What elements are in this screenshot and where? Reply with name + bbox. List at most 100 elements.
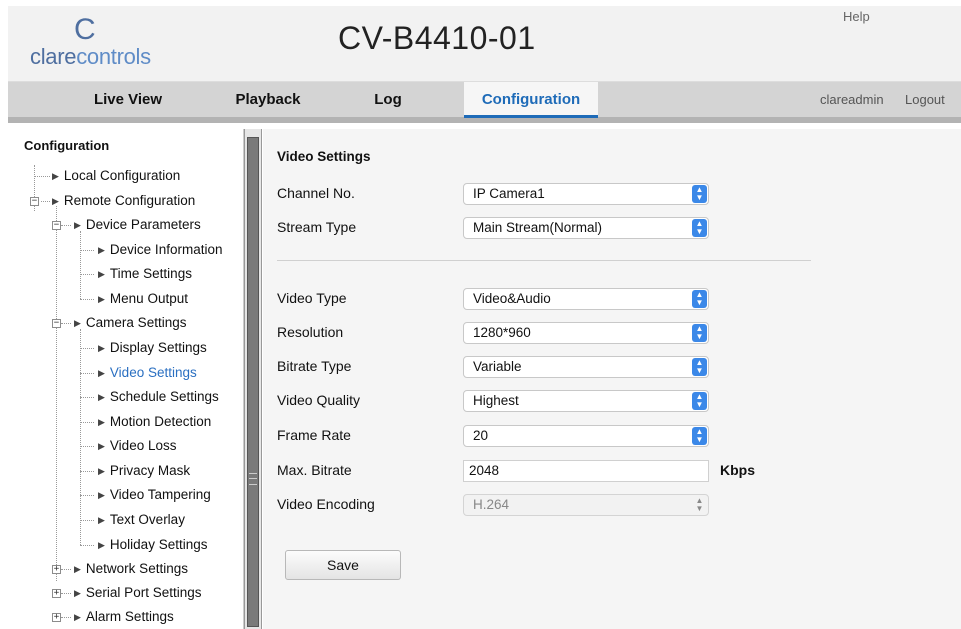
tree-item-schedule-settings[interactable]: ▶ Schedule Settings (98, 387, 219, 407)
tree-item-device-information[interactable]: ▶ Device Information (98, 240, 222, 260)
tree-connector (80, 274, 94, 275)
tree-connector (80, 422, 94, 423)
tab-live-view[interactable]: Live View (68, 82, 188, 117)
tree-arrow-icon: ▶ (98, 417, 105, 427)
tree-arrow-icon: ▶ (98, 515, 105, 525)
stream-type-value: Main Stream(Normal) (473, 220, 603, 235)
tree-item-label: Device Information (109, 242, 223, 257)
tree-item-label: Remote Configuration (63, 193, 196, 208)
tree-item-label: Network Settings (85, 561, 188, 576)
select-arrows-icon: ▲ ▼ (692, 324, 707, 342)
tree-connector (80, 299, 94, 300)
tree-arrow-icon: ▶ (74, 588, 81, 598)
tree-item-video-settings[interactable]: ▶ Video Settings (98, 363, 197, 383)
tree-item-serial-port-settings[interactable]: ▶ Serial Port Settings (74, 583, 201, 603)
tree-connector (80, 348, 94, 349)
tree-item-video-tampering[interactable]: ▶ Video Tampering (98, 485, 211, 505)
video-quality-select[interactable]: Highest ▲ ▼ (463, 390, 709, 412)
tab-playback[interactable]: Playback (213, 82, 323, 117)
tree-item-privacy-mask[interactable]: ▶ Privacy Mask (98, 461, 190, 481)
tree-item-label: Video Tampering (109, 487, 211, 502)
main-nav: Live View Playback Log Configuration cla… (8, 82, 961, 123)
collapse-icon[interactable]: − (52, 221, 61, 230)
frame-rate-value: 20 (473, 428, 489, 443)
current-user: clareadmin (820, 92, 884, 107)
tree-item-label: Device Parameters (85, 217, 201, 232)
max-bitrate-unit: Kbps (720, 462, 755, 478)
tree-connector (41, 201, 50, 202)
tree-connector (80, 373, 94, 374)
resolution-select[interactable]: 1280*960 ▲ ▼ (463, 322, 709, 344)
clare-controls-logo: C clarecontrols (30, 14, 170, 74)
save-button[interactable]: Save (285, 550, 401, 580)
video-type-select[interactable]: Video&Audio ▲ ▼ (463, 288, 709, 310)
tree-arrow-icon: ▶ (74, 564, 81, 574)
tree-arrow-icon: ▶ (98, 245, 105, 255)
video-quality-label: Video Quality (277, 392, 361, 408)
max-bitrate-input[interactable]: 2048 (463, 460, 709, 482)
select-arrows-icon: ▲ ▼ (692, 290, 707, 308)
tree-connector (61, 593, 71, 594)
bitrate-type-value: Variable (473, 359, 522, 374)
tree-arrow-icon: ▶ (98, 392, 105, 402)
tree-connector (61, 225, 71, 226)
tree-item-label: Holiday Settings (109, 537, 208, 552)
max-bitrate-label: Max. Bitrate (277, 462, 352, 478)
tree-arrow-icon: ▶ (98, 490, 105, 500)
tree-arrow-icon: ▶ (98, 269, 105, 279)
collapse-icon[interactable]: − (30, 197, 39, 206)
tree-item-local-configuration[interactable]: ▶ Local Configuration (52, 166, 180, 186)
tree-item-label: Menu Output (109, 291, 188, 306)
tree-item-network-settings[interactable]: ▶ Network Settings (74, 559, 188, 579)
tree-item-menu-output[interactable]: ▶ Menu Output (98, 289, 188, 309)
tree-item-motion-detection[interactable]: ▶ Motion Detection (98, 412, 211, 432)
select-arrows-icon: ▲ ▼ (692, 358, 707, 376)
expand-icon[interactable]: + (52, 589, 61, 598)
section-title: Video Settings (277, 149, 371, 164)
channel-select[interactable]: IP Camera1 ▲ ▼ (463, 183, 709, 205)
scrollbar-thumb[interactable] (247, 137, 259, 627)
tree-item-display-settings[interactable]: ▶ Display Settings (98, 338, 207, 358)
tree-item-label: Serial Port Settings (85, 585, 202, 600)
tree-item-label: Motion Detection (109, 414, 212, 429)
bitrate-type-label: Bitrate Type (277, 358, 352, 374)
tree-item-label: Local Configuration (63, 168, 181, 183)
tree-item-label: Text Overlay (109, 512, 185, 527)
tree-arrow-icon: ▶ (98, 540, 105, 550)
tree-arrow-icon: ▶ (52, 171, 59, 181)
select-arrows-icon: ▲ ▼ (692, 185, 707, 203)
config-tree-panel: Configuration − − − + + + ▶ Local Config… (8, 129, 244, 629)
tree-item-device-parameters[interactable]: ▶ Device Parameters (74, 215, 201, 235)
tree-arrow-icon: ▶ (74, 220, 81, 230)
tree-item-camera-settings[interactable]: ▶ Camera Settings (74, 313, 186, 333)
tree-connector (61, 617, 71, 618)
header: C clarecontrols CV-B4410-01 Help (8, 6, 961, 82)
stream-type-select[interactable]: Main Stream(Normal) ▲ ▼ (463, 217, 709, 239)
help-link[interactable]: Help (843, 9, 870, 24)
tree-connector (61, 323, 71, 324)
tree-item-remote-configuration[interactable]: ▶ Remote Configuration (52, 191, 195, 211)
tree-item-video-loss[interactable]: ▶ Video Loss (98, 436, 176, 456)
tree-item-label: Alarm Settings (85, 609, 174, 624)
tree-item-holiday-settings[interactable]: ▶ Holiday Settings (98, 535, 207, 555)
video-settings-panel: Video Settings Channel No. IP Camera1 ▲ ▼ … (263, 129, 961, 629)
resolution-label: Resolution (277, 324, 344, 340)
tab-configuration[interactable]: Configuration (464, 82, 598, 118)
collapse-icon[interactable]: − (52, 319, 61, 328)
tree-arrow-icon: ▶ (98, 466, 105, 476)
tab-log[interactable]: Log (348, 82, 428, 117)
logout-link[interactable]: Logout (905, 82, 945, 117)
frame-rate-select[interactable]: 20 ▲ ▼ (463, 425, 709, 447)
tree-item-text-overlay[interactable]: ▶ Text Overlay (98, 510, 185, 530)
video-encoding-select: H.264 ▲ ▼ (463, 494, 709, 516)
tree-item-alarm-settings[interactable]: ▶ Alarm Settings (74, 607, 174, 627)
bitrate-type-select[interactable]: Variable ▲ ▼ (463, 356, 709, 378)
expand-icon[interactable]: + (52, 565, 61, 574)
select-arrows-icon: ▲ ▼ (695, 496, 704, 513)
expand-icon[interactable]: + (52, 613, 61, 622)
tree-arrow-icon: ▶ (98, 368, 105, 378)
tree-scrollbar[interactable] (244, 129, 262, 629)
tree-item-label: Video Loss (109, 438, 177, 453)
tree-connector (61, 569, 71, 570)
tree-item-time-settings[interactable]: ▶ Time Settings (98, 264, 192, 284)
